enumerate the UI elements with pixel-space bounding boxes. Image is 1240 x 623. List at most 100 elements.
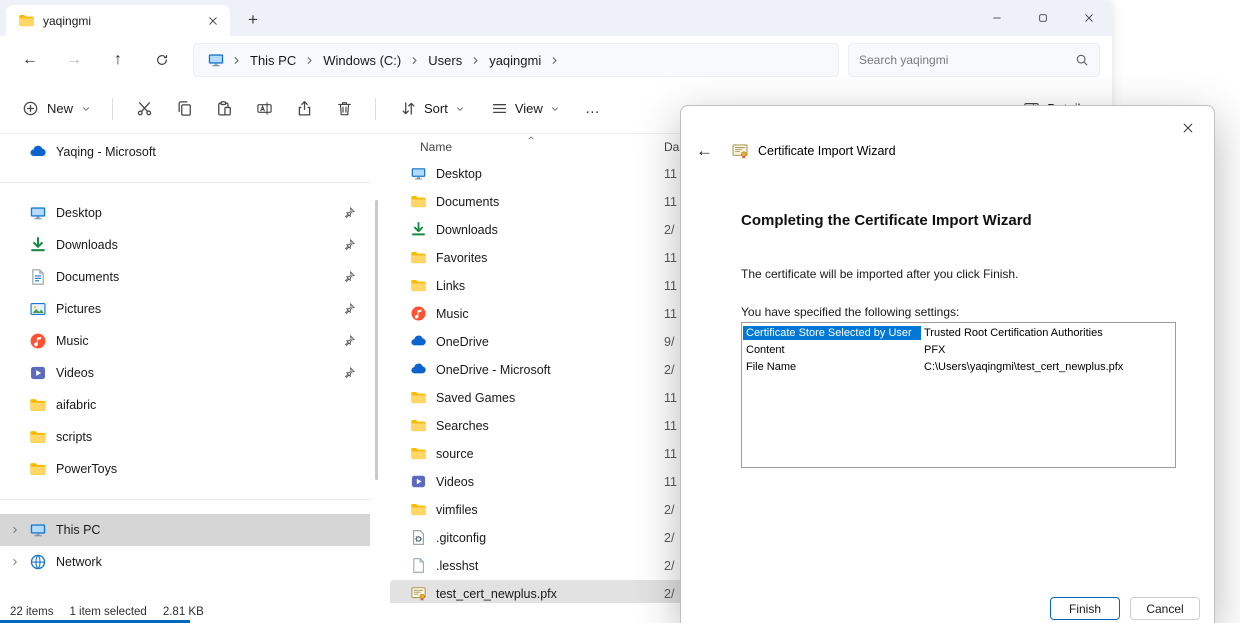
delete-button[interactable]: [324, 91, 364, 127]
settings-key: File Name: [743, 360, 921, 374]
settings-row[interactable]: File NameC:\Users\yaqingmi\test_cert_new…: [743, 358, 1174, 375]
downloads-icon: [29, 236, 47, 254]
monitor-icon: [207, 51, 225, 69]
pin-icon: [342, 206, 356, 220]
selection-size: 2.81 KB: [163, 606, 204, 618]
file-name: Saved Games: [436, 391, 515, 405]
sidebar-item-label: aifabric: [56, 398, 362, 412]
certificate-icon: [731, 142, 749, 160]
file-name: test_cert_newplus.pfx: [436, 587, 557, 601]
toolbar-divider: [112, 98, 113, 120]
settings-value: C:\Users\yaqingmi\test_cert_newplus.pfx: [921, 361, 1123, 373]
wizard-back-button[interactable]: ←: [696, 141, 722, 161]
pin-icon: [342, 334, 356, 348]
sort-button[interactable]: Sort: [390, 91, 475, 127]
wizard-heading: Completing the Certificate Import Wizard: [741, 212, 1032, 229]
column-header-date[interactable]: Da: [664, 140, 679, 154]
file-name: Downloads: [436, 223, 498, 237]
cloud-icon: [29, 143, 47, 161]
refresh-button[interactable]: [145, 43, 179, 77]
view-icon: [491, 100, 508, 117]
search-box[interactable]: [848, 43, 1100, 77]
plus-circle-icon: [22, 100, 39, 117]
music-icon: [410, 305, 427, 322]
copy-button[interactable]: [164, 91, 204, 127]
view-button[interactable]: View: [481, 91, 570, 127]
new-tab-button[interactable]: +: [240, 7, 266, 33]
breadcrumb-item-this-pc[interactable]: This PC: [243, 50, 303, 71]
more-button[interactable]: …: [573, 91, 613, 127]
settings-value: PFX: [921, 344, 945, 356]
paste-button[interactable]: [204, 91, 244, 127]
breadcrumb-item-users[interactable]: Users: [421, 50, 469, 71]
chevron-right-icon: [549, 55, 560, 66]
sidebar-item-desktop[interactable]: Desktop: [0, 197, 370, 229]
file-date: 2/: [664, 559, 674, 573]
pictures-icon: [29, 300, 47, 318]
sidebar-item-powertoys[interactable]: PowerToys: [0, 453, 370, 485]
sidebar-item-documents[interactable]: Documents: [0, 261, 370, 293]
close-icon: [1083, 12, 1095, 24]
sidebar-item-aifabric[interactable]: aifabric: [0, 389, 370, 421]
sidebar-item-network[interactable]: Network: [0, 546, 370, 578]
share-icon: [296, 100, 313, 117]
sidebar-item-label: Videos: [56, 366, 342, 380]
breadcrumb-item-windows-c[interactable]: Windows (C:): [316, 50, 408, 71]
cloud-icon: [410, 333, 427, 350]
file-date: 2/: [664, 531, 674, 545]
sidebar-item-yaqing-microsoft[interactable]: Yaqing - Microsoft: [0, 136, 370, 168]
breadcrumb-item-yaqingmi[interactable]: yaqingmi: [482, 50, 548, 71]
share-button[interactable]: [284, 91, 324, 127]
search-input[interactable]: [859, 53, 1075, 67]
sidebar-scrollbar[interactable]: [375, 200, 378, 480]
sidebar-item-label: PowerToys: [56, 462, 362, 476]
file-name: Music: [436, 307, 469, 321]
settings-row[interactable]: ContentPFX: [743, 341, 1174, 358]
settings-key: Content: [743, 343, 921, 357]
sidebar-item-videos[interactable]: Videos: [0, 357, 370, 389]
file-name: vimfiles: [436, 503, 478, 517]
finish-button[interactable]: Finish: [1050, 597, 1120, 620]
file-name: source: [436, 447, 474, 461]
sidebar-item-scripts[interactable]: scripts: [0, 421, 370, 453]
rename-button[interactable]: [244, 91, 284, 127]
back-button[interactable]: ←: [13, 43, 47, 77]
refresh-icon: [155, 53, 169, 67]
maximize-button[interactable]: [1020, 0, 1066, 36]
sidebar-item-downloads[interactable]: Downloads: [0, 229, 370, 261]
file-name: OneDrive - Microsoft: [436, 363, 551, 377]
breadcrumb-device-button[interactable]: [202, 48, 230, 72]
chevron-right-icon: [231, 55, 242, 66]
column-header-name[interactable]: Name: [420, 140, 452, 154]
maximize-icon: [1037, 12, 1049, 24]
sidebar-item-this-pc[interactable]: This PC: [0, 514, 370, 546]
settings-key: Certificate Store Selected by User: [743, 326, 921, 340]
wizard-settings-caption: You have specified the following setting…: [741, 305, 959, 319]
cancel-button[interactable]: Cancel: [1130, 597, 1200, 620]
file-name: Desktop: [436, 167, 482, 181]
chevron-right-icon: [10, 557, 20, 567]
folder-icon: [29, 396, 47, 414]
up-button[interactable]: ↑: [101, 43, 135, 77]
pin-icon: [342, 366, 356, 380]
sidebar-item-music[interactable]: Music: [0, 325, 370, 357]
forward-button[interactable]: →: [57, 43, 91, 77]
tab-close-icon[interactable]: [204, 12, 222, 30]
folder-icon: [410, 193, 427, 210]
folder-icon: [29, 460, 47, 478]
close-button[interactable]: [1066, 0, 1112, 36]
sidebar-item-label: Network: [56, 555, 362, 569]
settings-row[interactable]: Certificate Store Selected by UserTruste…: [743, 324, 1174, 341]
sidebar-item-pictures[interactable]: Pictures: [0, 293, 370, 325]
sidebar-item-label: Downloads: [56, 238, 342, 252]
file-date: 2/: [664, 223, 674, 237]
explorer-tab[interactable]: yaqingmi: [6, 5, 230, 36]
scissors-icon: [136, 100, 153, 117]
cut-button[interactable]: [124, 91, 164, 127]
sort-label: Sort: [424, 101, 448, 116]
sidebar-item-label: Documents: [56, 270, 342, 284]
chevron-down-icon: [455, 104, 465, 114]
minimize-button[interactable]: [974, 0, 1020, 36]
new-button[interactable]: New: [12, 91, 101, 127]
dialog-close-button[interactable]: [1173, 115, 1203, 141]
